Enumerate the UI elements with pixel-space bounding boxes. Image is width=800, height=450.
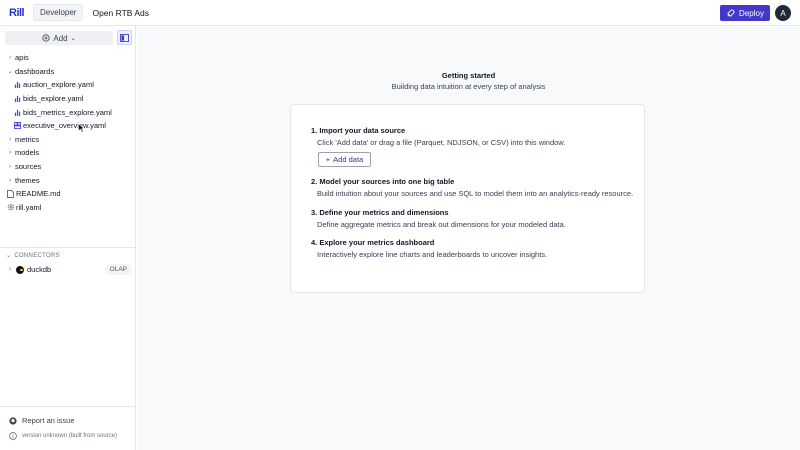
chevron-right-icon: › [8,135,12,143]
project-name[interactable]: Open RTB Ads [92,8,149,18]
tree-folder-apis[interactable]: › apis [0,51,136,65]
chevron-down-icon: ⌄ [7,68,13,75]
chevron-right-icon: › [8,176,12,184]
getting-started-card: 1. Import your data source Click 'Add da… [290,104,645,293]
tree-file-rill-yaml[interactable]: rill.yaml [0,201,136,215]
chevron-down-icon: ⌄ [6,253,12,259]
canvas-dashboard-icon [13,122,22,130]
rill-logo[interactable]: Rill [9,6,27,20]
page-subtitle: Building data intuition at every step of… [391,82,546,91]
gear-icon [6,203,15,211]
top-bar: Rill Developer Open RTB Ads Deploy A [0,0,800,26]
chevron-right-icon: › [8,54,12,62]
tree-file-bids-explore[interactable]: bids_explore.yaml [0,92,136,106]
chevron-right-icon: › [8,266,12,273]
olap-badge: OLAP [104,264,132,275]
bar-chart-icon [13,81,22,89]
tree-file-readme[interactable]: README.md [0,187,136,201]
tree-folder-themes[interactable]: › themes [0,173,136,187]
rocket-icon [727,8,735,17]
tree-folder-models[interactable]: › models [0,146,136,160]
version-info: version unknown (built from source) [9,432,117,440]
chevron-right-icon: › [8,149,12,157]
tree-folder-dashboards[interactable]: ⌄ dashboards [0,65,136,79]
tree-file-bids-metrics-explore[interactable]: bids_metrics_explore.yaml [0,105,136,119]
deploy-button[interactable]: Deploy [720,5,770,21]
duckdb-icon [16,265,24,274]
connector-duckdb[interactable]: › duckdb OLAP [6,263,132,276]
environment-badge: Developer [33,4,84,21]
avatar[interactable]: A [775,5,791,21]
bar-chart-icon [13,109,22,116]
add-data-button[interactable]: + Add data [318,152,371,167]
report-issue-link[interactable]: Report an issue [9,416,75,425]
file-sidebar: Add ⌄ › apis ⌄ dashboards auction_explore.… [0,26,136,450]
mouse-cursor-icon [78,123,85,133]
step-define: 3. Define your metrics and dimensions De… [311,208,566,229]
chevron-right-icon: › [8,163,12,171]
collapse-sidebar-button[interactable] [117,30,132,45]
sidebar-toggle-icon [120,33,129,42]
step-explore: 4. Explore your metrics dashboard Intera… [311,238,548,259]
footer-divider [0,406,136,407]
add-button[interactable]: Add ⌄ [5,31,113,45]
page-title: Getting started [441,71,496,80]
tree-file-auction-explore[interactable]: auction_explore.yaml [0,78,136,92]
connectors-header[interactable]: ⌄ CONNECTORS [6,252,60,260]
file-tree: › apis ⌄ dashboards auction_explore.yaml b… [0,51,136,214]
info-icon [9,432,17,440]
main-content: Getting started Building data intuition … [137,27,800,450]
add-label: Add [53,33,68,43]
plus-circle-icon [42,34,50,42]
tree-file-executive-overview[interactable]: executive_overview.yaml [0,119,136,133]
chevron-down-icon: ⌄ [70,35,76,42]
plus-icon: + [325,155,331,164]
bar-chart-icon [13,95,22,103]
connector-name: duckdb [27,265,52,274]
deploy-label: Deploy [739,8,764,18]
file-icon [6,189,15,198]
step-model: 2. Model your sources into one big table… [311,177,634,198]
step-import: 1. Import your data source Click 'Add da… [311,126,566,147]
tree-folder-sources[interactable]: › sources [0,160,136,174]
tree-folder-metrics[interactable]: › metrics [0,133,136,147]
github-icon [9,416,17,425]
sidebar-divider [0,247,136,248]
